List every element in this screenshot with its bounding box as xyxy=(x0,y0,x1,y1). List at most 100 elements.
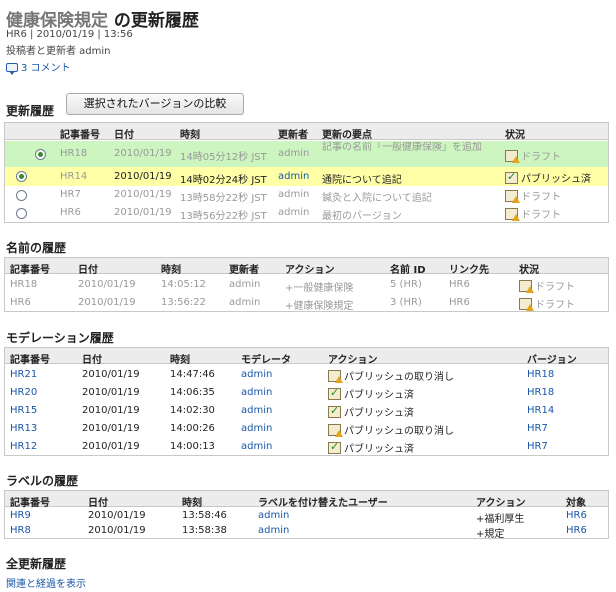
label-user-link[interactable]: admin xyxy=(258,525,289,536)
revision-updater[interactable]: admin xyxy=(278,171,309,182)
table-header: 記事番号 日付 時刻 更新者 アクション 名前 ID リンク先 状況 xyxy=(5,258,608,276)
version-link[interactable]: HR18 xyxy=(527,369,554,380)
revision-date: 2010/01/19 xyxy=(78,279,136,290)
moderator-link[interactable]: admin xyxy=(241,441,272,452)
version-link[interactable]: HR18 xyxy=(527,387,554,398)
table-header: 記事番号 日付 時刻 モデレータ アクション バージョン xyxy=(5,348,608,366)
full-history-title: 全更新履歴 xyxy=(6,557,67,571)
column-header: 時刻 xyxy=(161,265,181,276)
draft-icon xyxy=(328,424,343,437)
revision-updater: admin xyxy=(229,279,261,290)
revision-updater: admin xyxy=(278,189,310,200)
table-row: HR21 2010/01/19 14:47:46 admin パブリッシュの取り… xyxy=(5,366,608,384)
moderator-link[interactable]: admin xyxy=(241,405,272,416)
revision-summary: 通院について追記 xyxy=(322,175,402,186)
column-header: 名前 ID xyxy=(390,265,426,276)
compare-versions-button[interactable]: 選択されたバージョンの比較 xyxy=(66,93,244,115)
table-row: HR18 2010/01/19 14:05:12 admin +一般健康保険 5… xyxy=(5,276,608,294)
column-header: 時刻 xyxy=(182,498,202,509)
label-target-link[interactable]: HR6 xyxy=(566,510,587,521)
moderation-id-link[interactable]: HR13 xyxy=(10,423,37,434)
revision-date: 2010/01/19 xyxy=(114,207,172,218)
table-header: 記事番号 日付 時刻 更新者 更新の要点 状況 xyxy=(5,123,608,141)
author-line: 投稿者と更新者 admin xyxy=(6,46,111,57)
link-target: HR6 xyxy=(449,279,470,290)
column-header: 日付 xyxy=(78,265,98,276)
revision-status: ドラフト xyxy=(519,278,575,293)
moderation-time: 14:02:30 xyxy=(170,405,215,416)
moderation-id-link[interactable]: HR21 xyxy=(10,369,37,380)
label-date: 2010/01/19 xyxy=(88,525,146,536)
revision-status: ドラフト xyxy=(505,188,561,203)
show-relations-link[interactable]: 関連と経過を表示 xyxy=(6,575,86,590)
revision-updater: admin xyxy=(229,297,261,308)
name-history-table: 記事番号 日付 時刻 更新者 アクション 名前 ID リンク先 状況 HR18 … xyxy=(4,257,609,312)
table-row: HR20 2010/01/19 14:06:35 admin パブリッシュ済 H… xyxy=(5,384,608,402)
revision-time: 13:56:22 xyxy=(161,297,206,308)
column-header: 状況 xyxy=(505,130,525,141)
article-name: 健康保険規定 xyxy=(6,11,108,31)
revision-summary: 記事の名前「一般健康保険」を追加 xyxy=(322,142,482,153)
moderator-link[interactable]: admin xyxy=(241,387,272,398)
column-header: ラベルを付け替えたユーザー xyxy=(258,498,388,509)
moderation-time: 14:06:35 xyxy=(170,387,215,398)
column-header: アクション xyxy=(328,355,378,366)
column-header: 日付 xyxy=(82,355,102,366)
compare-radio[interactable] xyxy=(16,190,27,201)
version-link[interactable]: HR14 xyxy=(527,405,554,416)
label-revision-link[interactable]: HR8 xyxy=(10,525,31,536)
name-id: 3 (HR) xyxy=(390,297,422,308)
moderation-time: 14:47:46 xyxy=(170,369,215,380)
label-user-link[interactable]: admin xyxy=(258,510,289,521)
table-row: HR15 2010/01/19 14:02:30 admin パブリッシュ済 H… xyxy=(5,402,608,420)
table-row: HR6 2010/01/19 13:56:22 admin +健康保険規定 3 … xyxy=(5,294,608,312)
revision-id: HR18 xyxy=(60,148,88,159)
revision-updater: admin xyxy=(278,148,310,159)
column-header: 記事番号 xyxy=(60,130,100,141)
comments-row: 3 コメント xyxy=(6,59,71,75)
table-row: HR7 2010/01/19 13時58分22秒 JST admin 鍼灸と入院… xyxy=(5,186,608,204)
version-link[interactable]: HR7 xyxy=(527,441,548,452)
table-row: HR6 2010/01/19 13時56分22秒 JST admin 最初のバー… xyxy=(5,204,608,222)
draft-icon xyxy=(519,280,534,293)
moderation-action: パブリッシュの取り消し xyxy=(328,422,454,437)
label-revision-link[interactable]: HR9 xyxy=(10,510,31,521)
action-label: パブリッシュ済 xyxy=(344,444,414,455)
moderation-date: 2010/01/19 xyxy=(82,441,140,452)
moderation-id-link[interactable]: HR15 xyxy=(10,405,37,416)
label-action: +規定 xyxy=(476,529,505,540)
column-header: 日付 xyxy=(88,498,108,509)
draft-icon xyxy=(505,150,520,163)
compare-radio[interactable] xyxy=(16,208,27,219)
name-history-title: 名前の履歴 xyxy=(6,241,67,255)
moderation-action: パブリッシュ済 xyxy=(328,440,414,455)
table-row: HR9 2010/01/19 13:58:46 admin +福利厚生 HR6 xyxy=(5,509,608,525)
moderation-history-table: 記事番号 日付 時刻 モデレータ アクション バージョン HR21 2010/0… xyxy=(4,347,609,456)
status-label: パブリッシュ済 xyxy=(521,174,591,185)
column-header: 更新者 xyxy=(278,130,308,141)
compare-radio[interactable] xyxy=(35,149,46,160)
draft-icon xyxy=(505,190,520,203)
revision-status: ドラフト xyxy=(519,296,575,311)
column-header: 時刻 xyxy=(180,130,200,141)
column-header: モデレータ xyxy=(241,355,291,366)
page-title: 健康保険規定 の更新履歴 xyxy=(6,6,199,31)
comments-link[interactable]: 3 コメント xyxy=(21,63,71,74)
revision-time: 14:05:12 xyxy=(161,279,206,290)
revision-date: 2010/01/19 xyxy=(114,189,172,200)
moderation-id-link[interactable]: HR12 xyxy=(10,441,37,452)
action-label: パブリッシュの取り消し xyxy=(344,426,454,437)
label-date: 2010/01/19 xyxy=(88,510,146,521)
revision-id: HR6 xyxy=(60,207,81,218)
compare-radio[interactable] xyxy=(16,171,27,182)
moderator-link[interactable]: admin xyxy=(241,369,272,380)
moderation-id-link[interactable]: HR20 xyxy=(10,387,37,398)
label-target-link[interactable]: HR6 xyxy=(566,525,587,536)
revision-status: パブリッシュ済 xyxy=(505,170,591,185)
table-row: HR18 2010/01/19 14時05分12秒 JST admin 記事の名… xyxy=(5,141,608,167)
moderator-link[interactable]: admin xyxy=(241,423,272,434)
version-link[interactable]: HR7 xyxy=(527,423,548,434)
draft-icon xyxy=(328,370,343,383)
label-time: 13:58:46 xyxy=(182,510,227,521)
draft-icon xyxy=(505,208,520,221)
